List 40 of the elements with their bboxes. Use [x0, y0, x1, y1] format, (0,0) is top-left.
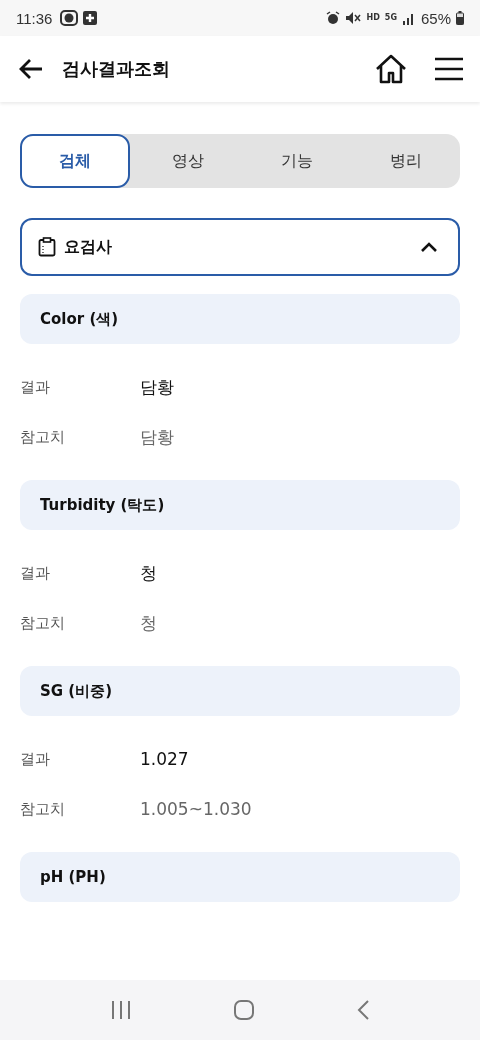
result-value: 담황 [140, 375, 174, 399]
menu-icon[interactable] [435, 57, 463, 81]
result-value: 청 [140, 561, 157, 585]
network-label: HD [366, 14, 380, 22]
plus-notification-icon [83, 11, 98, 25]
clipboard-icon [38, 237, 56, 257]
test-name: pH (PH) [20, 852, 460, 902]
home-icon[interactable] [375, 54, 407, 84]
app-notification-icon [60, 10, 79, 26]
row-label: 참고치 [20, 799, 66, 819]
tab[interactable]: 영상 [134, 134, 243, 188]
test-name: SG (비중) [20, 666, 460, 716]
page-title: 검사결과조회 [62, 57, 170, 81]
battery-icon [456, 11, 464, 25]
accordion-header[interactable]: 요검사 [20, 218, 460, 276]
row-label: 참고치 [20, 427, 66, 447]
row-label: 결과 [20, 377, 51, 397]
result-value: 1.027 [140, 749, 189, 769]
row-label: 결과 [20, 563, 51, 583]
test-name: Color (색) [20, 294, 460, 344]
home-button-icon[interactable] [233, 999, 255, 1021]
row-label: 결과 [20, 749, 51, 769]
mute-icon [345, 11, 362, 25]
back-icon[interactable] [355, 999, 370, 1021]
chevron-icon [420, 241, 438, 253]
status-time: 11:36 [16, 9, 53, 27]
back-arrow-icon[interactable] [18, 58, 44, 80]
tab[interactable]: 병리 [351, 134, 460, 188]
network-label: 5G [384, 14, 397, 22]
tab[interactable]: 기능 [242, 134, 352, 188]
tab[interactable]: 검체 [20, 134, 130, 188]
reference-value: 담황 [140, 425, 174, 449]
alarm-icon [326, 11, 341, 25]
battery-percentage: 65% [420, 9, 451, 27]
test-name: Turbidity (탁도) [20, 480, 460, 530]
reference-value: 1.005~1.030 [140, 799, 252, 819]
recent-apps-icon[interactable] [110, 1000, 133, 1020]
row-label: 참고치 [20, 613, 66, 633]
signal-icon [401, 11, 416, 25]
reference-value: 청 [140, 611, 157, 635]
